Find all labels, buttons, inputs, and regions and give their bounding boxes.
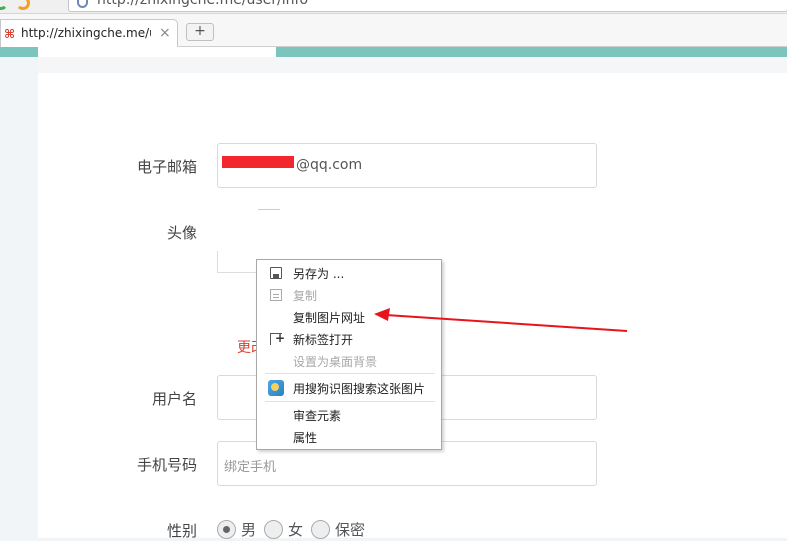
annotation-arrow bbox=[374, 308, 628, 332]
